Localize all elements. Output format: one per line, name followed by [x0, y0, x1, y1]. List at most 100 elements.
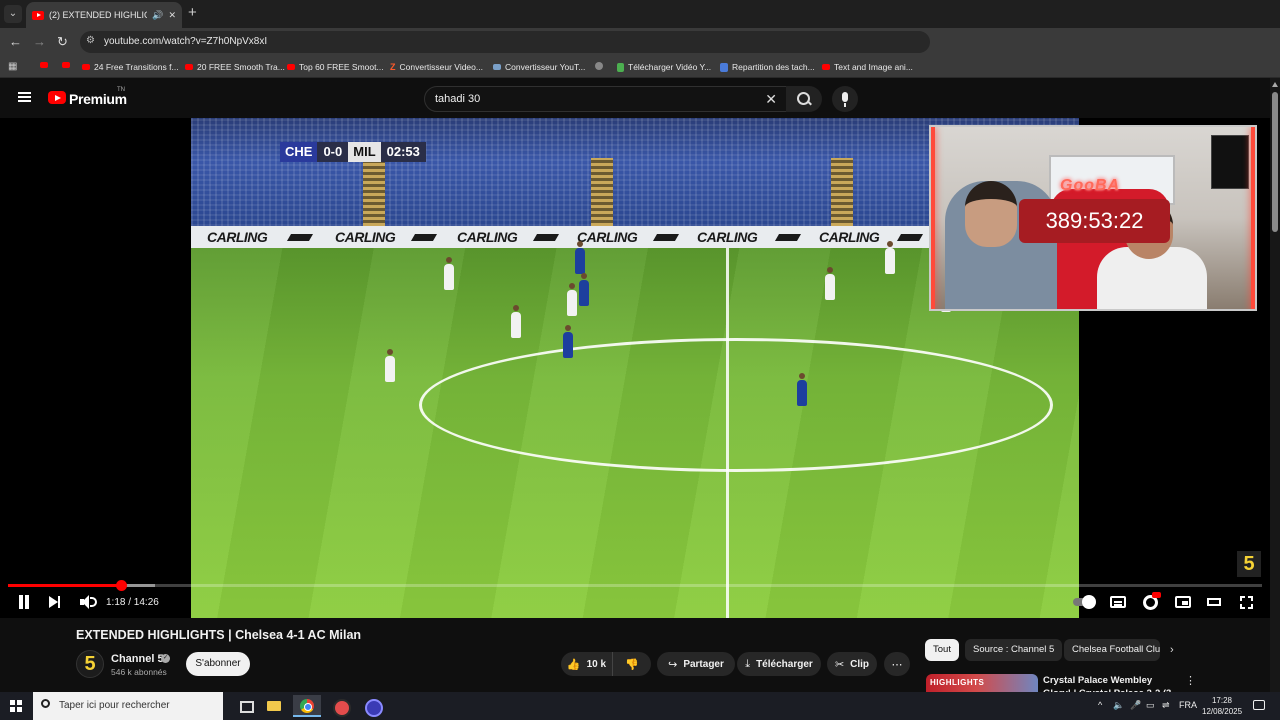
voice-search-button[interactable] [832, 86, 858, 112]
share-button[interactable]: ↪ Partager [657, 652, 735, 676]
more-actions-button[interactable]: ⋯ [884, 652, 910, 676]
bookmark-globe[interactable] [595, 62, 603, 70]
search-button[interactable] [786, 86, 822, 112]
taskbar-search[interactable]: Taper ici pour rechercher [33, 692, 223, 720]
download-icon [617, 62, 624, 72]
download-button[interactable]: ⤓ Télécharger [737, 652, 821, 676]
footballer-blue [575, 241, 585, 274]
search-icon [41, 699, 50, 708]
page-scrollbar[interactable] [1270, 78, 1280, 692]
microphone-tray-icon[interactable]: 🎤 [1130, 700, 1141, 711]
speaker-tray-icon[interactable]: 🔈 [1113, 700, 1124, 711]
fullscreen-icon[interactable] [1240, 596, 1253, 609]
bookmark-label: Télécharger Vidéo Y... [628, 62, 712, 72]
window-tray-icon[interactable]: ▭ [1146, 700, 1155, 711]
bookmark-item[interactable]: Télécharger Vidéo Y... [617, 62, 711, 72]
back-arrow-icon[interactable]: ← [9, 34, 22, 49]
volume-icon[interactable] [79, 593, 97, 611]
bookmark-youtube-1[interactable] [40, 62, 48, 68]
taskbar-clock[interactable]: 17:28 12/08/2025 [1202, 695, 1242, 717]
media-app-icon[interactable] [358, 695, 386, 717]
bookmark-item[interactable]: Text and Image ani... [822, 62, 913, 72]
channel-avatar[interactable]: 5 [76, 650, 104, 678]
clock-time: 17:28 [1211, 696, 1233, 705]
apps-grid-icon[interactable]: ▦ [8, 61, 17, 72]
bookmark-item[interactable]: Top 60 FREE Smoot... [287, 62, 384, 72]
search-query[interactable]: tahadi 30 [435, 93, 480, 105]
chrome-icon[interactable] [293, 695, 321, 717]
pause-icon[interactable] [17, 593, 31, 611]
taskbar-search-placeholder[interactable]: Taper ici pour rechercher [59, 700, 170, 711]
youtube-logo-icon[interactable] [48, 91, 66, 104]
ad-swoosh [652, 234, 680, 241]
search-input[interactable]: tahadi 30 ✕ [424, 86, 788, 112]
speaker-icon[interactable]: 🔊 [152, 10, 163, 21]
home-team: CHE [280, 142, 318, 162]
youtube-premium-logo[interactable]: Premium [69, 91, 127, 107]
clip-button[interactable]: ✂ Clip [827, 652, 877, 676]
chevron-right-icon[interactable]: › [1170, 644, 1174, 656]
miniplayer-icon[interactable] [1175, 596, 1191, 608]
youtube-header: Premium TN tahadi 30 ✕ [0, 78, 1280, 118]
progress-bar[interactable] [8, 580, 1262, 591]
scissors-icon: ✂ [834, 658, 845, 671]
youtube-icon [822, 64, 830, 70]
reload-icon[interactable]: ↻ [57, 34, 68, 50]
tray-chevron-icon[interactable]: ^ [1098, 700, 1102, 710]
language-indicator[interactable]: FRA [1179, 700, 1197, 710]
scroll-up-arrow[interactable] [1272, 82, 1278, 87]
subtitles-icon[interactable] [1110, 596, 1126, 608]
close-tab-icon[interactable]: ✕ [168, 10, 176, 21]
bookmark-item[interactable]: 20 FREE Smooth Tra... [185, 62, 285, 72]
browser-tab-active[interactable]: (2) EXTENDED HIGHLIGHTS 🔊 ✕ [26, 2, 182, 28]
subscribe-button[interactable]: S'abonner [186, 652, 250, 676]
challenge-timer: 389:53:22 [1019, 199, 1170, 243]
next-icon[interactable] [48, 593, 62, 611]
site-info-icon[interactable]: ⚙ [86, 35, 95, 46]
match-score: 0-0 [317, 142, 349, 162]
scrollbar-thumb[interactable] [1272, 92, 1278, 232]
browser-tab-strip: ⌄ (2) EXTENDED HIGHLIGHTS 🔊 ✕ + [0, 0, 1280, 28]
recommended-title[interactable]: Crystal Palace Wembley Glory! | Crystal … [1043, 674, 1178, 694]
autoplay-toggle-icon[interactable] [1073, 594, 1096, 610]
tab-title: (2) EXTENDED HIGHLIGHTS [49, 10, 147, 20]
channel-name[interactable]: Channel 5 [111, 653, 164, 665]
chip-chelsea[interactable]: Chelsea Football Clu [1064, 639, 1160, 661]
bookmark-youtube-2[interactable] [62, 62, 70, 68]
progress-scrubber[interactable] [116, 580, 128, 591]
clear-search-icon[interactable]: ✕ [765, 91, 777, 108]
share-label: Partager [683, 658, 724, 670]
chip-source[interactable]: Source : Channel 5 [965, 639, 1063, 661]
recommended-thumbnail[interactable]: HIGHLIGHTS [926, 674, 1038, 694]
bookmark-item[interactable]: 24 Free Transitions f... [82, 62, 179, 72]
like-button[interactable]: 👍 10 k [561, 652, 613, 676]
notification-icon[interactable] [1253, 700, 1265, 710]
chip-all[interactable]: Tout [925, 639, 959, 661]
like-dislike-group: 👍 10 k 👎 [561, 652, 651, 676]
like-count: 10 k [586, 658, 607, 670]
theater-mode-icon[interactable] [1207, 598, 1221, 606]
bookmark-item[interactable]: Convertisseur YouT... [493, 62, 585, 72]
task-view-icon[interactable] [232, 695, 260, 717]
more-vertical-icon[interactable]: ⋮ [1185, 674, 1196, 687]
tab-search-menu-button[interactable]: ⌄ [4, 5, 22, 23]
windows-start-icon[interactable] [10, 700, 22, 712]
footballer-white [511, 305, 521, 338]
url-text[interactable]: youtube.com/watch?v=Z7h0NpVx8xI [104, 36, 267, 47]
recording-app-icon[interactable] [326, 695, 354, 717]
bookmark-item[interactable]: Repartition des tach... [720, 62, 815, 72]
address-bar[interactable]: ⚙ youtube.com/watch?v=Z7h0NpVx8xI [80, 31, 930, 53]
video-title: EXTENDED HIGHLIGHTS | Chelsea 4-1 AC Mil… [76, 628, 362, 642]
menu-hamburger-icon[interactable] [18, 92, 31, 102]
footballer-white [444, 257, 454, 290]
new-tab-button[interactable]: + [188, 4, 197, 21]
forward-arrow-icon[interactable]: → [33, 34, 46, 49]
thumbs-up-icon: 👍 [566, 658, 581, 671]
away-team: MIL [348, 142, 381, 162]
network-icon[interactable]: ⇌ [1162, 700, 1170, 711]
file-explorer-icon[interactable] [260, 695, 288, 717]
video-player[interactable]: CARLING CARLING CARLING CARLING CARLING … [0, 118, 1270, 618]
ad-swoosh [286, 234, 314, 241]
bookmark-item[interactable]: Z Convertisseur Video... [390, 62, 483, 72]
dislike-button[interactable]: 👎 [613, 658, 651, 671]
